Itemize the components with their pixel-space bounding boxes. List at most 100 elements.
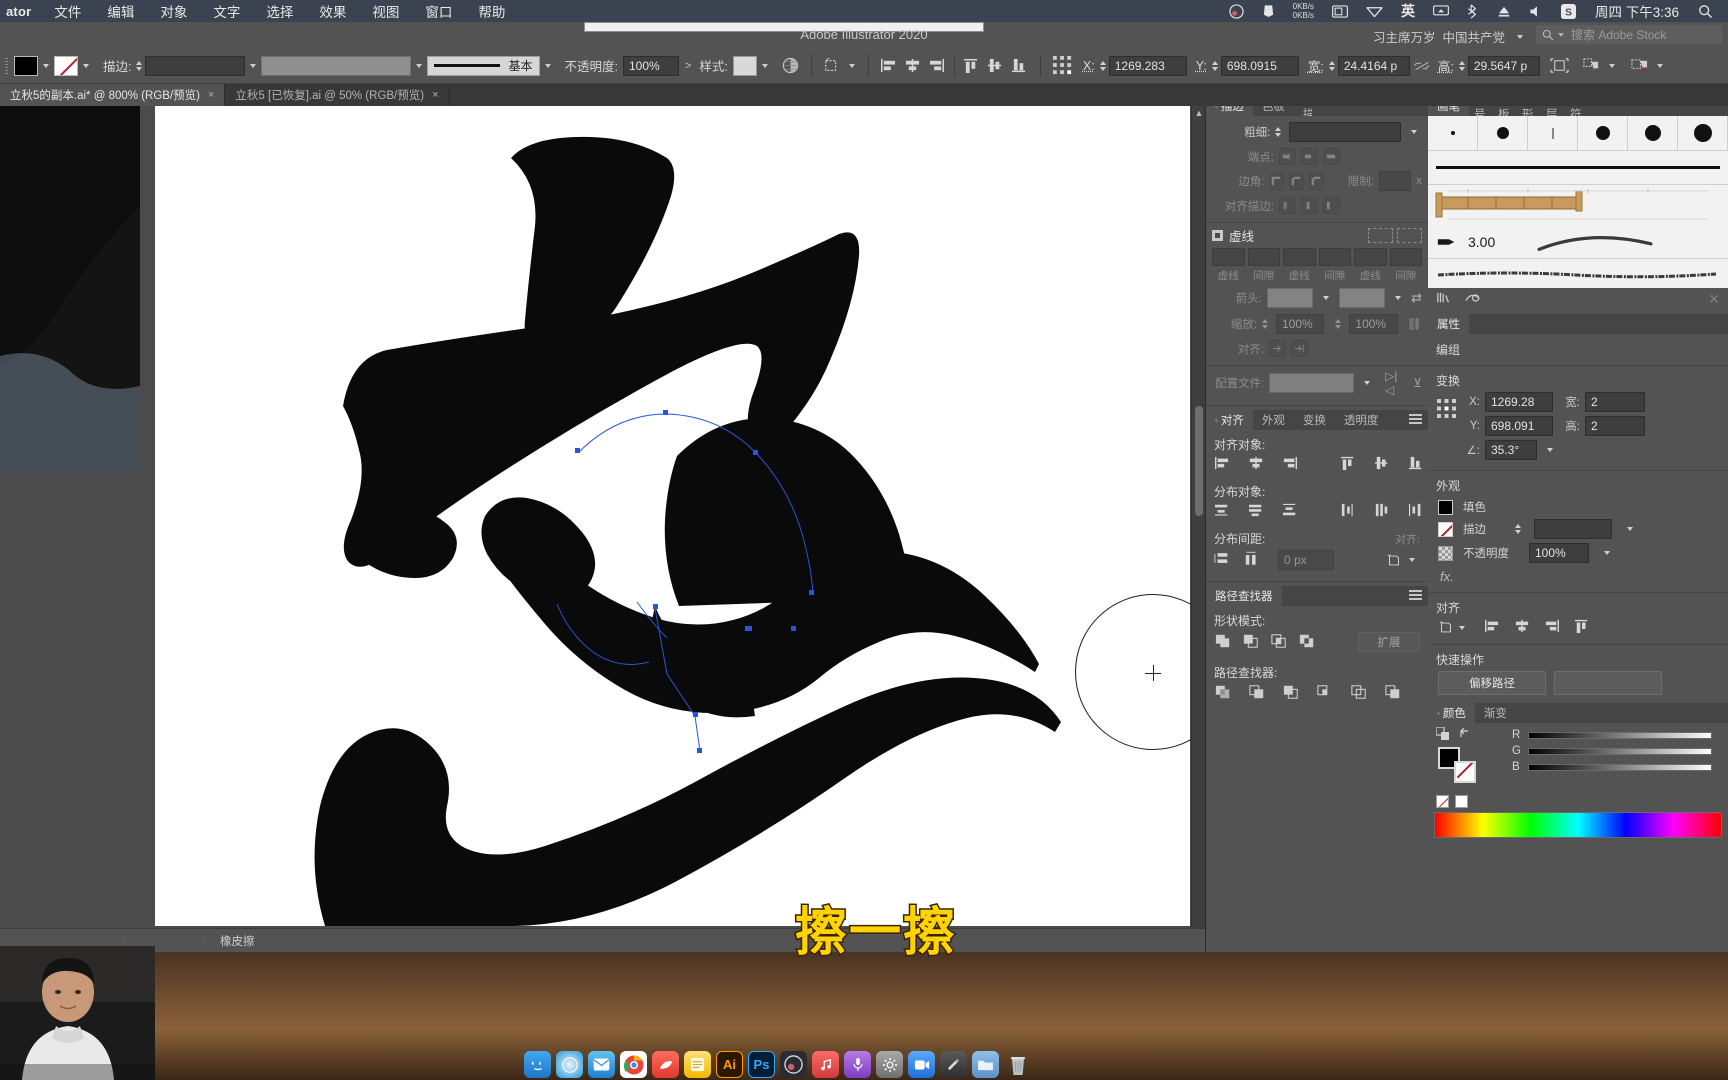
align-to-dropdown[interactable] <box>1438 620 1470 635</box>
collapse-icon[interactable]: ◦ <box>1215 416 1218 425</box>
feishu-icon[interactable] <box>652 1051 679 1078</box>
document-tab-1[interactable]: 立秋5 [已恢复].ai @ 50% (RGB/预览) × <box>225 84 450 106</box>
chevron-down-icon[interactable] <box>1409 558 1415 562</box>
select-tool-options-icon[interactable] <box>1582 56 1602 76</box>
chevron-down-icon[interactable] <box>416 63 423 68</box>
align-right-icon[interactable] <box>1282 456 1298 473</box>
chevron-down-icon[interactable] <box>1604 551 1610 555</box>
align-right-icon[interactable] <box>1544 619 1560 636</box>
bluetooth-icon[interactable] <box>1458 3 1488 19</box>
chevron-down-icon[interactable] <box>848 63 855 68</box>
reference-point-icon[interactable] <box>1436 392 1458 423</box>
stroke-color-swatch[interactable] <box>54 55 78 76</box>
workspace-switcher[interactable]: 习主席万岁 中国共产党 <box>1373 27 1528 46</box>
gap-input-2[interactable] <box>1389 248 1422 266</box>
horizontal-distribute-space-icon[interactable] <box>1244 551 1260 569</box>
chrome-icon[interactable] <box>620 1051 647 1078</box>
delete-brush-icon[interactable]: ✕ <box>1708 291 1720 308</box>
tab-appearance[interactable]: 外观 <box>1252 410 1294 430</box>
align-top-icon[interactable] <box>962 56 982 76</box>
select-similar-icon[interactable] <box>822 56 842 76</box>
input-method-icon[interactable]: 英 <box>1392 1 1424 21</box>
chevron-down-icon[interactable] <box>250 63 257 68</box>
dash-input-2[interactable] <box>1354 248 1387 266</box>
align-stroke-inside-icon[interactable] <box>1301 197 1318 214</box>
settings-icon[interactable] <box>876 1051 903 1078</box>
tab-color[interactable]: ◦ 颜色 <box>1428 703 1475 723</box>
constrain-proportions-icon[interactable] <box>1412 56 1432 76</box>
stroke-weight-input[interactable] <box>145 55 246 76</box>
stroke-profile-dropdown[interactable] <box>261 55 412 76</box>
menu-item-effect[interactable]: 效果 <box>306 1 359 21</box>
network-speed-icon[interactable]: 0KB/s 0KB/s <box>1284 2 1323 20</box>
stroke-weight-stepper[interactable] <box>1515 524 1521 534</box>
distribute-top-icon[interactable] <box>1214 503 1230 520</box>
libraries-icon[interactable] <box>1464 291 1482 308</box>
canvas-area[interactable]: ▲ ▼ <box>0 106 1205 952</box>
editor-icon[interactable] <box>940 1051 967 1078</box>
outline-icon[interactable] <box>1350 684 1368 703</box>
brush-pattern-rope[interactable] <box>1428 184 1728 225</box>
place-arrow-within-icon[interactable] <box>1291 340 1308 357</box>
reference-point-icon[interactable] <box>1051 55 1075 76</box>
menu-item-edit[interactable]: 编辑 <box>94 1 147 21</box>
spotlight-search-icon[interactable] <box>1689 4 1722 19</box>
corner-round-icon[interactable] <box>1289 172 1304 190</box>
volume-icon[interactable] <box>1520 5 1552 18</box>
unite-icon[interactable] <box>1214 633 1232 652</box>
distribute-center-v-icon[interactable] <box>1248 503 1264 520</box>
collapse-icon[interactable]: ◦ <box>1437 709 1440 718</box>
y-input[interactable]: 698.091 <box>1485 416 1553 436</box>
opacity-popup-icon[interactable]: > <box>685 60 691 72</box>
vertical-distribute-space-icon[interactable] <box>1214 551 1230 569</box>
crop-icon[interactable] <box>1316 684 1334 703</box>
color-spectrum-bar[interactable] <box>1434 812 1722 838</box>
link-scale-icon[interactable]: ⛓ <box>1407 317 1422 331</box>
opacity-input[interactable]: 100% <box>622 55 679 76</box>
chevron-down-icon[interactable] <box>1364 381 1370 385</box>
distribute-left-icon[interactable] <box>1340 503 1356 520</box>
brush-dot-large[interactable] <box>1628 116 1678 150</box>
menu-item-select[interactable]: 选择 <box>253 1 306 21</box>
safari-icon[interactable] <box>556 1051 583 1078</box>
y-input[interactable]: 698.0915 <box>1220 55 1299 76</box>
panel-menu-icon[interactable] <box>1409 590 1422 602</box>
dash-align-corners-icon[interactable] <box>1368 228 1393 243</box>
minus-front-icon[interactable] <box>1242 633 1260 652</box>
graphic-style-swatch[interactable] <box>732 55 757 76</box>
gap-input-1[interactable] <box>1318 248 1351 266</box>
scale-stepper-2[interactable] <box>1335 319 1342 329</box>
color-none-swatch[interactable] <box>1436 795 1449 808</box>
cap-round-icon[interactable] <box>1301 148 1318 165</box>
obs-icon[interactable] <box>780 1051 807 1078</box>
align-center-v-icon[interactable] <box>1374 456 1390 473</box>
menu-item-view[interactable]: 视图 <box>359 1 412 21</box>
dropbox-icon[interactable] <box>1253 4 1284 18</box>
opacity-checker-icon[interactable] <box>1438 545 1453 561</box>
chevron-down-icon[interactable] <box>1411 130 1417 134</box>
dash-preserve-icon[interactable] <box>1397 228 1422 243</box>
flip-along-icon[interactable]: ▷|◁ <box>1385 369 1403 397</box>
music-icon[interactable] <box>812 1051 839 1078</box>
tab-pathfinder[interactable]: 路径查找器 <box>1206 586 1282 606</box>
dash-input-1[interactable] <box>1283 248 1316 266</box>
b-slider[interactable] <box>1528 763 1712 771</box>
corner-bevel-icon[interactable] <box>1308 172 1324 190</box>
panel-menu-icon[interactable] <box>1409 414 1422 426</box>
menu-item-type[interactable]: 文字 <box>200 1 253 21</box>
menu-item-help[interactable]: 帮助 <box>465 1 518 21</box>
scroll-up-icon[interactable]: ▲ <box>1192 106 1205 120</box>
airplay-icon[interactable] <box>1424 4 1458 18</box>
brush-dot-xlarge[interactable] <box>1678 116 1728 150</box>
podcast-icon[interactable] <box>844 1051 871 1078</box>
chevron-down-icon[interactable] <box>761 63 768 68</box>
align-left-icon[interactable] <box>879 56 899 76</box>
control-bar-grip[interactable] <box>0 48 14 83</box>
align-stroke-outside-icon[interactable] <box>1323 197 1340 214</box>
brush-libraries-icon[interactable] <box>1436 291 1452 308</box>
adobe-stock-search[interactable]: 搜索 Adobe Stock <box>1536 25 1722 44</box>
divide-icon[interactable] <box>1214 684 1232 703</box>
photoshop-icon[interactable]: Ps <box>748 1051 775 1078</box>
brush-dot-small[interactable] <box>1478 116 1528 150</box>
width-stepper[interactable] <box>1328 60 1335 71</box>
